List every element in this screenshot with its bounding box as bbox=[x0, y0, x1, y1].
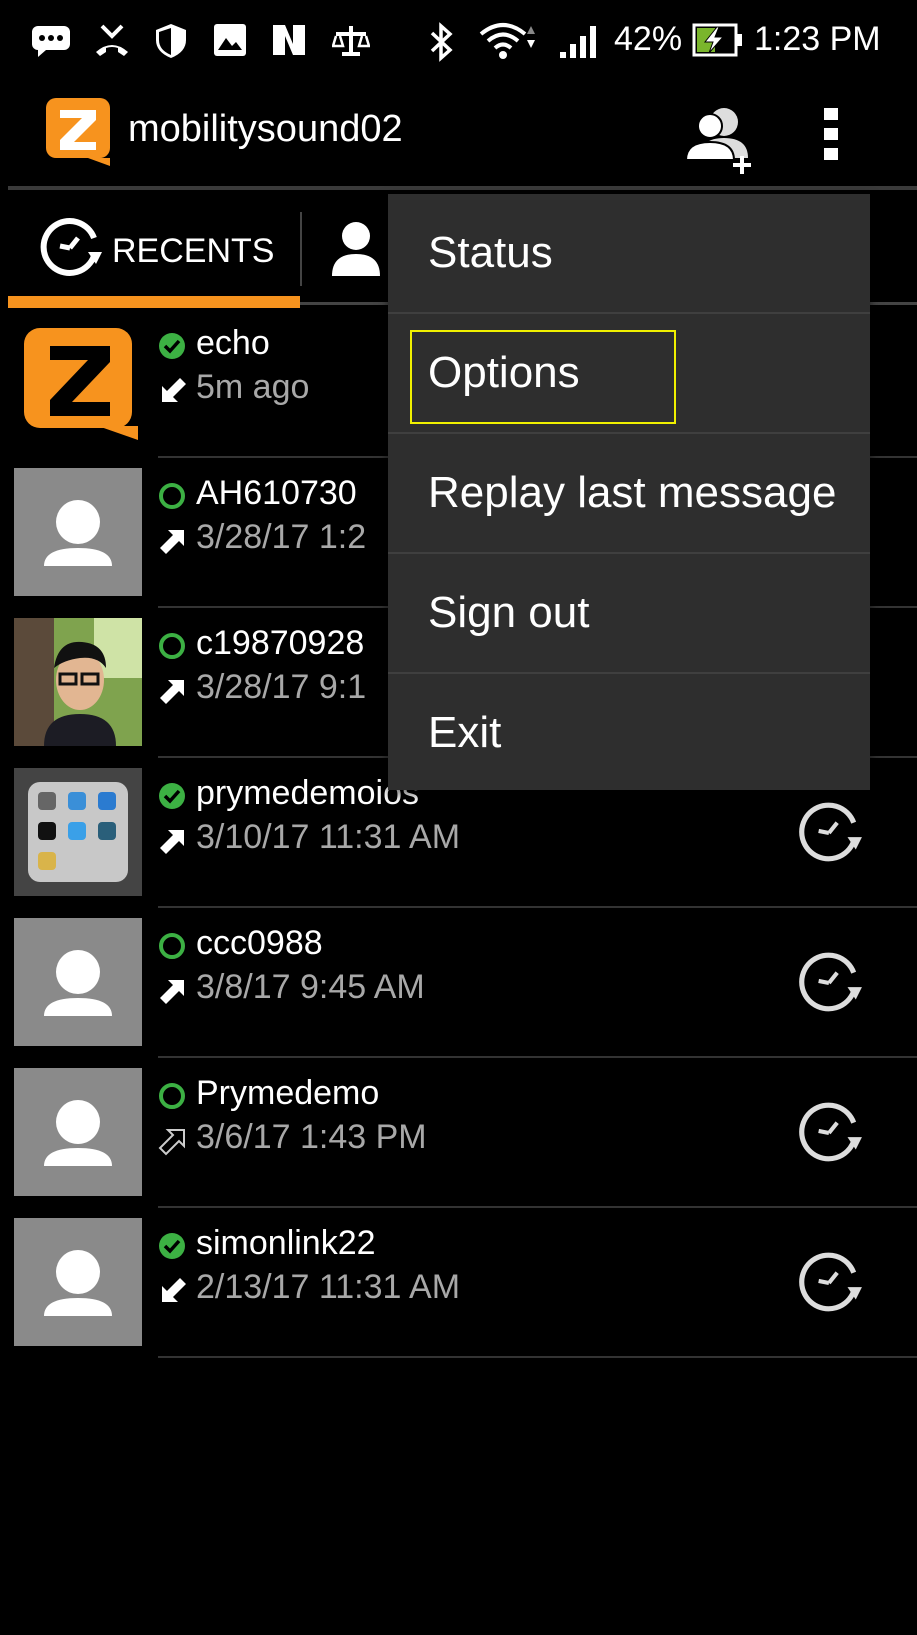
menu-item-label: Status bbox=[428, 228, 553, 277]
wifi-icon bbox=[479, 23, 535, 59]
overflow-menu: Status Options Replay last message Sign … bbox=[388, 194, 870, 790]
tab-contacts[interactable] bbox=[302, 190, 402, 308]
image-icon bbox=[214, 24, 246, 56]
add-contact-icon[interactable] bbox=[684, 104, 760, 176]
default-avatar-icon bbox=[44, 1100, 112, 1166]
status-bar: 42% 1:23 PM bbox=[8, 8, 917, 80]
list-item[interactable]: ccc0988 3/8/17 9:45 AM bbox=[8, 912, 917, 1062]
contact-time: 3/28/17 9:1 bbox=[196, 668, 367, 706]
menu-item-sign-out[interactable]: Sign out bbox=[388, 554, 870, 672]
menu-item-label: Replay last message bbox=[428, 468, 837, 517]
menu-item-label: Sign out bbox=[428, 588, 590, 637]
history-icon bbox=[40, 218, 102, 276]
incoming-arrow-icon bbox=[162, 378, 186, 402]
signal-icon bbox=[560, 26, 596, 58]
avatar bbox=[14, 1068, 142, 1196]
chat-bubble-icon bbox=[32, 26, 70, 57]
person-icon bbox=[332, 222, 380, 276]
status-online-icon bbox=[159, 333, 185, 359]
contact-name: simonlink22 bbox=[196, 1224, 376, 1262]
history-icon[interactable] bbox=[798, 1100, 864, 1166]
app-bar: mobilitysound02 bbox=[8, 80, 917, 188]
history-icon[interactable] bbox=[798, 950, 864, 1016]
missed-call-icon bbox=[96, 24, 128, 56]
status-online-icon bbox=[159, 783, 185, 809]
app-screen: 42% 1:23 PM mobilitysound02 RECENTS echo… bbox=[8, 8, 917, 1635]
bluetooth-icon bbox=[430, 22, 453, 62]
avatar bbox=[14, 318, 142, 446]
menu-item-exit[interactable]: Exit bbox=[388, 674, 870, 792]
contact-time: 3/28/17 1:2 bbox=[196, 518, 367, 556]
selected-tab-indicator bbox=[8, 296, 300, 308]
default-avatar-icon bbox=[44, 1250, 112, 1316]
contact-name: echo bbox=[196, 324, 270, 362]
contact-time: 3/8/17 9:45 AM bbox=[196, 968, 425, 1006]
nfc-icon bbox=[273, 25, 305, 55]
tab-recents[interactable]: RECENTS bbox=[8, 190, 300, 308]
folder-screenshot-avatar bbox=[14, 768, 142, 896]
contact-name: AH610730 bbox=[196, 474, 357, 512]
outgoing-arrow-icon bbox=[160, 530, 184, 554]
menu-item-replay-last-message[interactable]: Replay last message bbox=[388, 434, 870, 552]
contact-time: 3/6/17 1:43 PM bbox=[196, 1118, 427, 1156]
avatar bbox=[14, 918, 142, 1046]
history-icon[interactable] bbox=[798, 1250, 864, 1316]
avatar bbox=[14, 1218, 142, 1346]
avatar-photo bbox=[14, 618, 142, 746]
profile-photo bbox=[14, 618, 142, 746]
menu-item-status[interactable]: Status bbox=[388, 194, 870, 312]
list-item[interactable]: simonlink22 2/13/17 11:31 AM bbox=[8, 1212, 917, 1362]
outgoing-arrow-icon bbox=[160, 980, 184, 1004]
default-avatar-icon bbox=[44, 950, 112, 1016]
outgoing-outline-arrow-icon bbox=[158, 1129, 185, 1156]
outgoing-arrow-icon bbox=[160, 680, 184, 704]
contact-name: Prymedemo bbox=[196, 1074, 380, 1112]
avatar bbox=[14, 468, 142, 596]
status-online-icon bbox=[159, 1233, 185, 1259]
status-offline-icon bbox=[159, 933, 185, 959]
tab-recents-label: RECENTS bbox=[112, 232, 275, 270]
contact-time: 2/13/17 11:31 AM bbox=[196, 1268, 461, 1306]
status-offline-icon bbox=[159, 1083, 185, 1109]
status-offline-icon bbox=[159, 633, 185, 659]
list-item[interactable]: Prymedemo 3/6/17 1:43 PM bbox=[8, 1062, 917, 1212]
shield-icon bbox=[156, 24, 186, 58]
overflow-menu-icon[interactable] bbox=[820, 106, 844, 162]
battery-charging-icon bbox=[692, 23, 742, 57]
clock: 1:23 PM bbox=[754, 20, 881, 58]
contact-time: 5m ago bbox=[196, 368, 310, 406]
menu-item-label: Options bbox=[428, 348, 580, 397]
account-name: mobilitysound02 bbox=[128, 108, 403, 150]
outgoing-arrow-icon bbox=[160, 830, 184, 854]
row-divider bbox=[158, 1206, 917, 1208]
zello-logo-icon bbox=[24, 328, 138, 440]
status-offline-icon bbox=[159, 483, 185, 509]
avatar bbox=[14, 768, 142, 896]
contact-name: c19870928 bbox=[196, 624, 365, 662]
row-divider bbox=[158, 1356, 917, 1358]
menu-item-options[interactable]: Options bbox=[388, 314, 870, 432]
battery-percent: 42% bbox=[614, 20, 683, 58]
contact-name: prymedemoios bbox=[196, 774, 419, 812]
contact-time: 3/10/17 11:31 AM bbox=[196, 818, 461, 856]
menu-item-label: Exit bbox=[428, 708, 502, 757]
zello-logo-icon bbox=[46, 98, 110, 166]
row-divider bbox=[158, 1056, 917, 1058]
default-avatar-icon bbox=[44, 500, 112, 566]
history-icon[interactable] bbox=[798, 800, 864, 866]
scale-icon bbox=[332, 26, 370, 56]
contact-name: ccc0988 bbox=[196, 924, 323, 962]
row-divider bbox=[158, 906, 917, 908]
incoming-arrow-icon bbox=[162, 1278, 186, 1302]
